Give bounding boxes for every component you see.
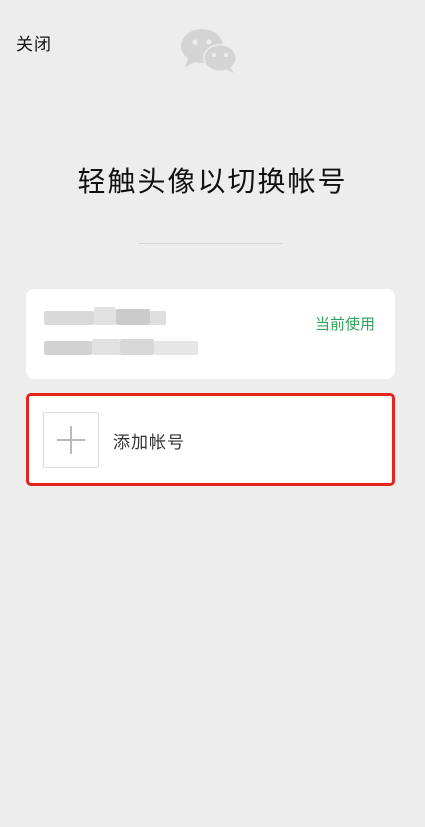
plus-icon — [43, 412, 99, 468]
add-account-button[interactable]: 添加帐号 — [26, 393, 395, 486]
divider — [139, 243, 282, 244]
add-account-label: 添加帐号 — [113, 433, 185, 453]
current-account-card[interactable]: 当前使用 — [26, 289, 395, 379]
current-account-status: 当前使用 — [314, 315, 375, 333]
page-title: 轻触头像以切换帐号 — [77, 165, 348, 198]
close-button[interactable]: 关闭 — [16, 30, 52, 55]
wechat-logo-icon — [181, 29, 237, 73]
